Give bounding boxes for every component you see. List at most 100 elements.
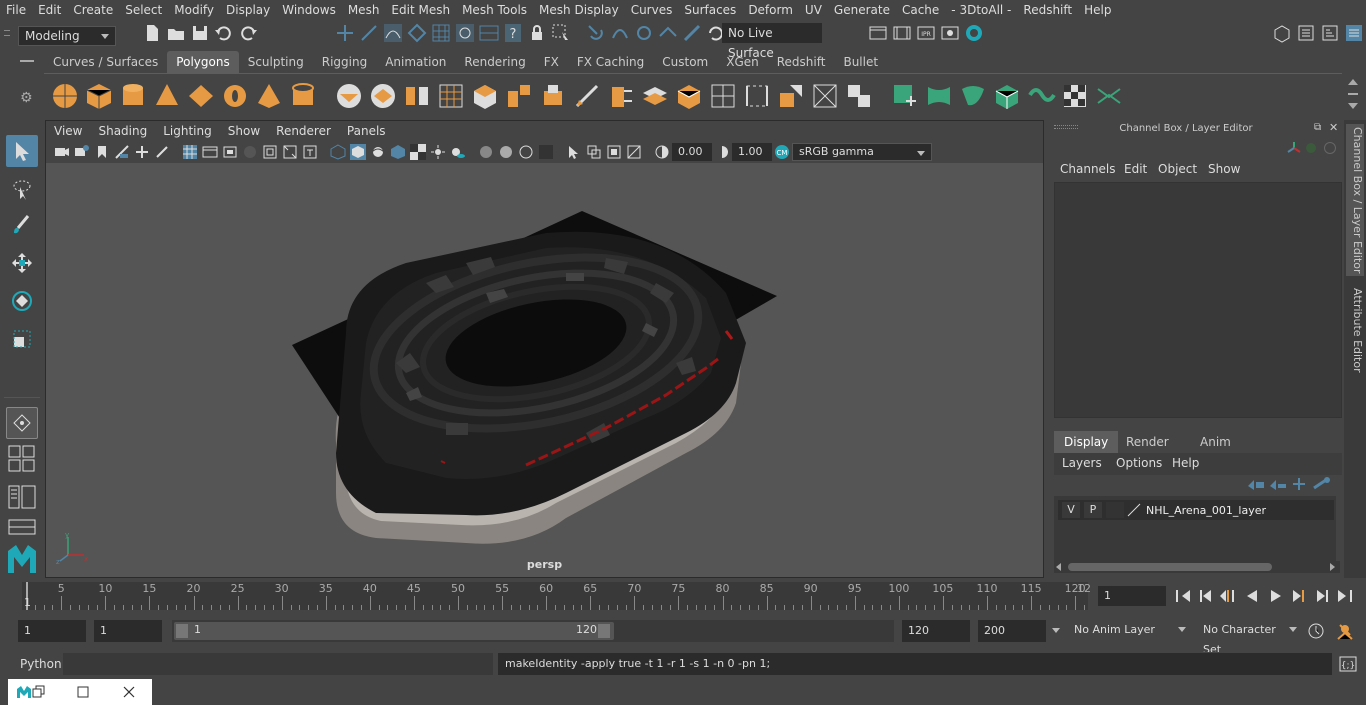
use-all-lights-icon[interactable] — [430, 144, 446, 160]
isolate-select-icon[interactable] — [566, 144, 582, 160]
command-language-label[interactable]: Python — [20, 657, 62, 671]
offset-edge-icon[interactable] — [640, 81, 670, 111]
menu-mesh[interactable]: Mesh — [342, 0, 386, 20]
four-view-layout-icon[interactable] — [8, 445, 36, 473]
poly-cube-icon[interactable] — [84, 81, 114, 111]
snap-grid-magnet-icon[interactable] — [585, 22, 607, 44]
panel-menu-show[interactable]: Show — [220, 124, 268, 138]
tab-anim[interactable]: Anim — [1190, 431, 1241, 453]
menu-3dtoall[interactable]: - 3DtoAll - — [945, 0, 1017, 20]
close-window-icon[interactable] — [122, 685, 136, 699]
manipulator-axes-icon[interactable] — [1286, 140, 1302, 156]
step-back-icon[interactable] — [1195, 586, 1218, 606]
panel-menu-lighting[interactable]: Lighting — [155, 124, 220, 138]
restore-window-icon[interactable] — [32, 685, 46, 699]
anti-aliasing-icon[interactable] — [518, 144, 534, 160]
menu-create[interactable]: Create — [67, 0, 119, 20]
shadows-icon[interactable] — [450, 144, 466, 160]
help-menu[interactable]: Help — [1172, 456, 1199, 470]
grid-icon[interactable] — [182, 144, 198, 160]
tab-display[interactable]: Display — [1054, 431, 1119, 453]
tab-channel-box[interactable]: Channel Box / Layer Editor — [1346, 124, 1364, 276]
field-chart-icon[interactable] — [262, 144, 278, 160]
depth-of-field-icon[interactable] — [538, 144, 554, 160]
command-input[interactable] — [63, 653, 493, 675]
menu-cache[interactable]: Cache — [896, 0, 945, 20]
bridge-icon[interactable] — [538, 81, 568, 111]
exposure-icon[interactable] — [654, 144, 670, 160]
scroll-right-icon[interactable] — [1330, 563, 1335, 571]
snap-curve-icon[interactable] — [382, 22, 404, 44]
xray-icon[interactable] — [586, 144, 602, 160]
tab-render[interactable]: Render — [1116, 431, 1179, 453]
screen-space-ao-icon[interactable] — [478, 144, 494, 160]
paint-select-tool-button[interactable] — [6, 209, 38, 241]
scale-tool-button[interactable] — [6, 323, 38, 355]
snap-grid-icon[interactable] — [430, 22, 452, 44]
smooth-icon[interactable] — [436, 81, 466, 111]
panel-menu-panels[interactable]: Panels — [339, 124, 394, 138]
attribute-editor-toggle-icon[interactable] — [1295, 22, 1317, 44]
menu-modify[interactable]: Modify — [168, 0, 220, 20]
menu-edit[interactable]: Edit — [32, 0, 67, 20]
maximize-window-icon[interactable] — [76, 685, 90, 699]
shelf-tab-sculpting[interactable]: Sculpting — [239, 51, 313, 73]
animation-preferences-icon[interactable] — [1334, 621, 1356, 641]
render-view-icon[interactable] — [867, 22, 889, 44]
panel-menu-shading[interactable]: Shading — [90, 124, 155, 138]
script-editor-icon[interactable]: {;} — [1338, 655, 1358, 673]
xray-active-icon[interactable] — [606, 144, 622, 160]
menu-display[interactable]: Display — [220, 0, 276, 20]
gate-mask-icon[interactable] — [242, 144, 258, 160]
save-scene-icon[interactable] — [189, 22, 211, 44]
uv-checker-icon[interactable] — [1060, 81, 1090, 111]
collapse-icon[interactable] — [810, 81, 840, 111]
snap-point-icon[interactable] — [406, 22, 428, 44]
poly-torus-icon[interactable] — [220, 81, 250, 111]
menu-file[interactable]: File — [0, 0, 32, 20]
poly-sphere-icon[interactable] — [50, 81, 80, 111]
layer-playback-toggle[interactable]: P — [1084, 502, 1102, 518]
target-weld-icon[interactable] — [708, 81, 738, 111]
shelf-scroll-down-icon[interactable] — [1348, 103, 1358, 109]
uv-editor-icon[interactable] — [1094, 81, 1124, 111]
mode-selector[interactable]: Modeling — [18, 26, 116, 46]
bookmark-icon[interactable] — [94, 144, 110, 160]
go-to-end-icon[interactable] — [1333, 586, 1356, 606]
snap-view-icon[interactable] — [454, 22, 476, 44]
combine-icon[interactable] — [334, 81, 364, 111]
poly-pyramid-icon[interactable] — [254, 81, 284, 111]
image-plane-icon[interactable] — [114, 144, 130, 160]
resolution-gate-icon[interactable] — [222, 144, 238, 160]
ipr-render-icon[interactable]: IPR — [915, 22, 937, 44]
poly-plane-icon[interactable] — [186, 81, 216, 111]
smooth-shade-icon[interactable] — [350, 144, 366, 160]
triangulate-icon[interactable] — [844, 81, 874, 111]
maya-window-icon[interactable] — [16, 685, 32, 699]
object-menu[interactable]: Object — [1158, 162, 1197, 176]
single-view-layout-icon[interactable] — [8, 519, 36, 535]
lock-icon[interactable] — [526, 22, 548, 44]
shelf-tab-fx[interactable]: FX — [535, 51, 568, 73]
motion-blur-icon[interactable] — [498, 144, 514, 160]
render-settings-icon[interactable] — [939, 22, 961, 44]
extrude-icon[interactable] — [470, 81, 500, 111]
go-to-start-icon[interactable] — [1172, 586, 1195, 606]
live-surface-field[interactable]: No Live Surface — [722, 23, 822, 60]
step-forward-key-icon[interactable] — [1287, 586, 1310, 606]
shelf-tab-redshift[interactable]: Redshift — [768, 51, 835, 73]
menu-uv[interactable]: UV — [799, 0, 828, 20]
camera-attributes-icon[interactable] — [74, 144, 90, 160]
close-panel-icon[interactable]: ✕ — [1329, 121, 1338, 134]
panel-menu-renderer[interactable]: Renderer — [268, 124, 339, 138]
shelf-tab-bullet[interactable]: Bullet — [834, 51, 887, 73]
range-start-grip[interactable] — [176, 624, 188, 638]
tool-settings-icon[interactable] — [1319, 22, 1341, 44]
character-set-dropdown[interactable]: No Character Set — [1197, 620, 1303, 656]
safe-action-icon[interactable] — [282, 144, 298, 160]
wireframe-on-shaded-icon[interactable] — [390, 144, 406, 160]
snap-surface-magnet-icon[interactable] — [681, 22, 703, 44]
safe-title-icon[interactable] — [302, 144, 318, 160]
xray-joints-icon[interactable] — [626, 144, 642, 160]
range-end-grip[interactable] — [598, 624, 610, 638]
